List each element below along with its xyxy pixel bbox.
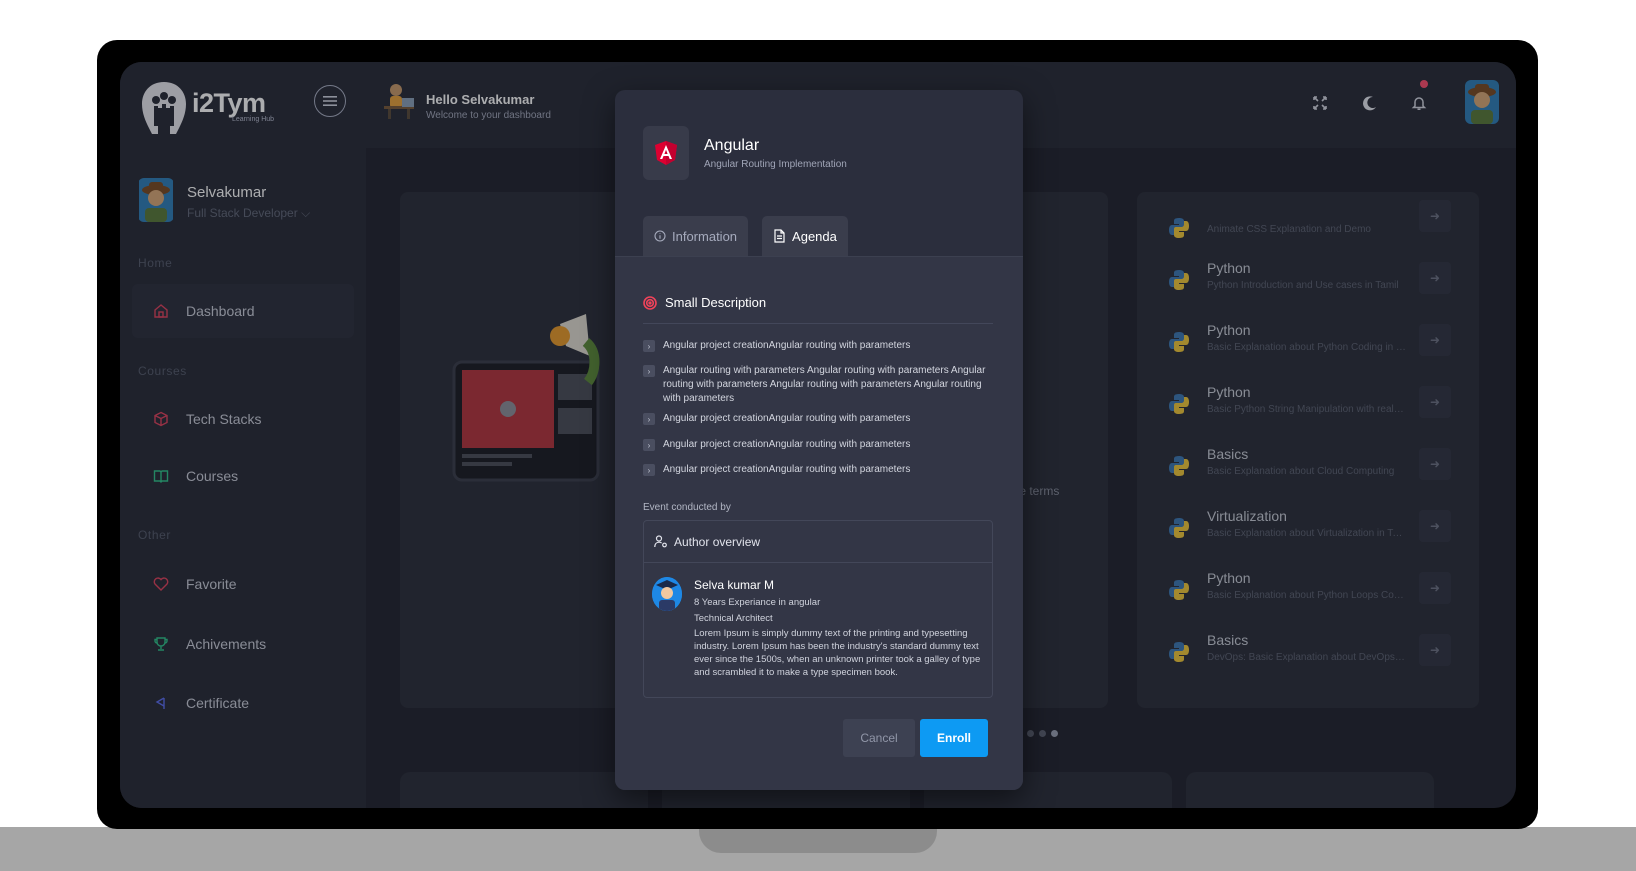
author-role: Technical Architect <box>694 613 773 624</box>
author-experience: 8 Years Experiance in angular <box>694 597 821 608</box>
section-heading-label: Small Description <box>665 295 767 310</box>
angular-logo <box>643 126 689 180</box>
author-overview-header: Author overview <box>644 521 992 563</box>
bullet-text: Angular project creationAngular routing … <box>663 439 911 450</box>
chevron-right-icon: › <box>643 413 655 425</box>
modal-body: Small Description › Angular project crea… <box>615 257 1023 790</box>
chevron-right-icon: › <box>643 439 655 451</box>
app-screen: i2Tym Learning Hub Hello Selvakumar Welc… <box>120 62 1516 808</box>
modal-subtitle: Angular Routing Implementation <box>704 159 847 170</box>
info-icon <box>654 230 666 242</box>
bullet-text: Angular routing with parameters Angular … <box>663 365 986 404</box>
author-name: Selva kumar M <box>694 578 775 592</box>
bullet-text: Angular project creationAngular routing … <box>663 340 911 351</box>
enroll-button[interactable]: Enroll <box>920 719 988 757</box>
chevron-right-icon: › <box>643 340 655 352</box>
angular-icon <box>655 141 677 165</box>
chevron-right-icon: › <box>643 464 655 476</box>
target-icon <box>643 295 657 310</box>
event-conducted-label: Event conducted by <box>643 502 731 513</box>
section-heading: Small Description <box>643 295 766 310</box>
list-item: › Angular routing with parameters Angula… <box>643 364 988 406</box>
laptop-notch <box>699 827 937 853</box>
chevron-right-icon: › <box>643 365 655 377</box>
tab-label: Information <box>672 228 738 244</box>
author-bio: Lorem Ipsum is simply dummy text of the … <box>694 628 981 678</box>
graduate-avatar-icon <box>652 577 682 611</box>
tab-information[interactable]: Information <box>643 216 749 256</box>
modal-title: Angular <box>704 137 760 154</box>
cancel-button[interactable]: Cancel <box>843 719 915 757</box>
bullet-text: Angular project creationAngular routing … <box>663 464 911 475</box>
modal-tabs: Information Agenda <box>643 216 848 256</box>
list-item: › Angular project creationAngular routin… <box>643 438 988 452</box>
author-overview-box: Author overview Selva kumar M 8 Years Ex… <box>643 520 993 698</box>
list-item: › Angular project creationAngular routin… <box>643 412 988 426</box>
tab-label: Agenda <box>792 228 837 244</box>
tab-agenda[interactable]: Agenda <box>762 216 848 256</box>
user-settings-icon <box>654 535 667 548</box>
section-divider <box>643 323 993 324</box>
author-avatar <box>652 577 682 611</box>
document-icon <box>774 229 785 243</box>
course-details-modal: Angular Angular Routing Implementation I… <box>615 90 1023 790</box>
list-item: › Angular project creationAngular routin… <box>643 463 988 477</box>
list-item: › Angular project creationAngular routin… <box>643 339 988 353</box>
bullet-text: Angular project creationAngular routing … <box>663 413 911 424</box>
author-overview-title: Author overview <box>674 534 761 549</box>
